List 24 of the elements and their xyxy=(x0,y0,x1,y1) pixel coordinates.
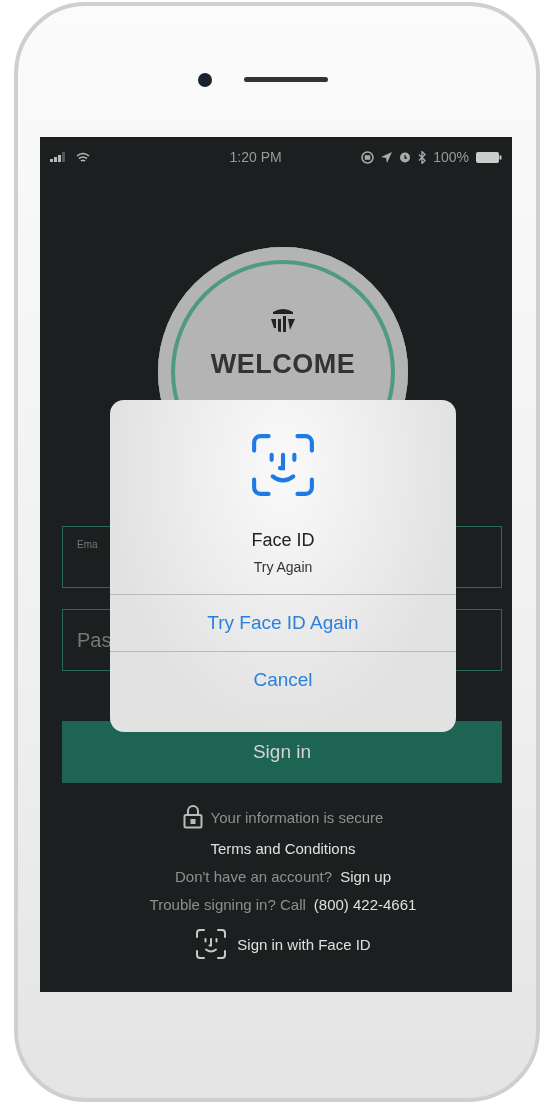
secure-note: Your information is secure xyxy=(210,808,384,826)
sign-up-link[interactable]: Sign up xyxy=(340,868,391,885)
logo-icon xyxy=(270,309,296,335)
camera-lens xyxy=(198,72,212,87)
status-time: 1:20 PM xyxy=(229,149,282,165)
phone-link[interactable]: (800) 422-4661 xyxy=(313,896,417,913)
alarm-icon xyxy=(399,151,412,163)
face-id-icon xyxy=(250,432,316,498)
signal-icon xyxy=(50,152,68,162)
alert-title: Face ID xyxy=(251,530,315,551)
location-icon xyxy=(381,151,393,163)
alert-message: Try Again xyxy=(253,559,313,575)
battery-percent: 100% xyxy=(433,149,469,165)
signup-prompt: Don't have an account? xyxy=(175,868,333,885)
face-id-icon xyxy=(195,928,228,960)
face-id-sign-in-button[interactable]: Sign in with Face ID xyxy=(195,928,371,960)
wifi-icon xyxy=(76,151,90,163)
lock-icon xyxy=(182,805,203,829)
bluetooth-icon xyxy=(418,150,427,164)
support-prompt: Trouble signing in? Call xyxy=(149,896,306,913)
orientation-lock-icon xyxy=(361,150,375,164)
welcome-title: WELCOME xyxy=(210,349,356,380)
terms-link[interactable]: Terms and Conditions xyxy=(210,840,356,857)
battery-icon xyxy=(476,151,502,163)
